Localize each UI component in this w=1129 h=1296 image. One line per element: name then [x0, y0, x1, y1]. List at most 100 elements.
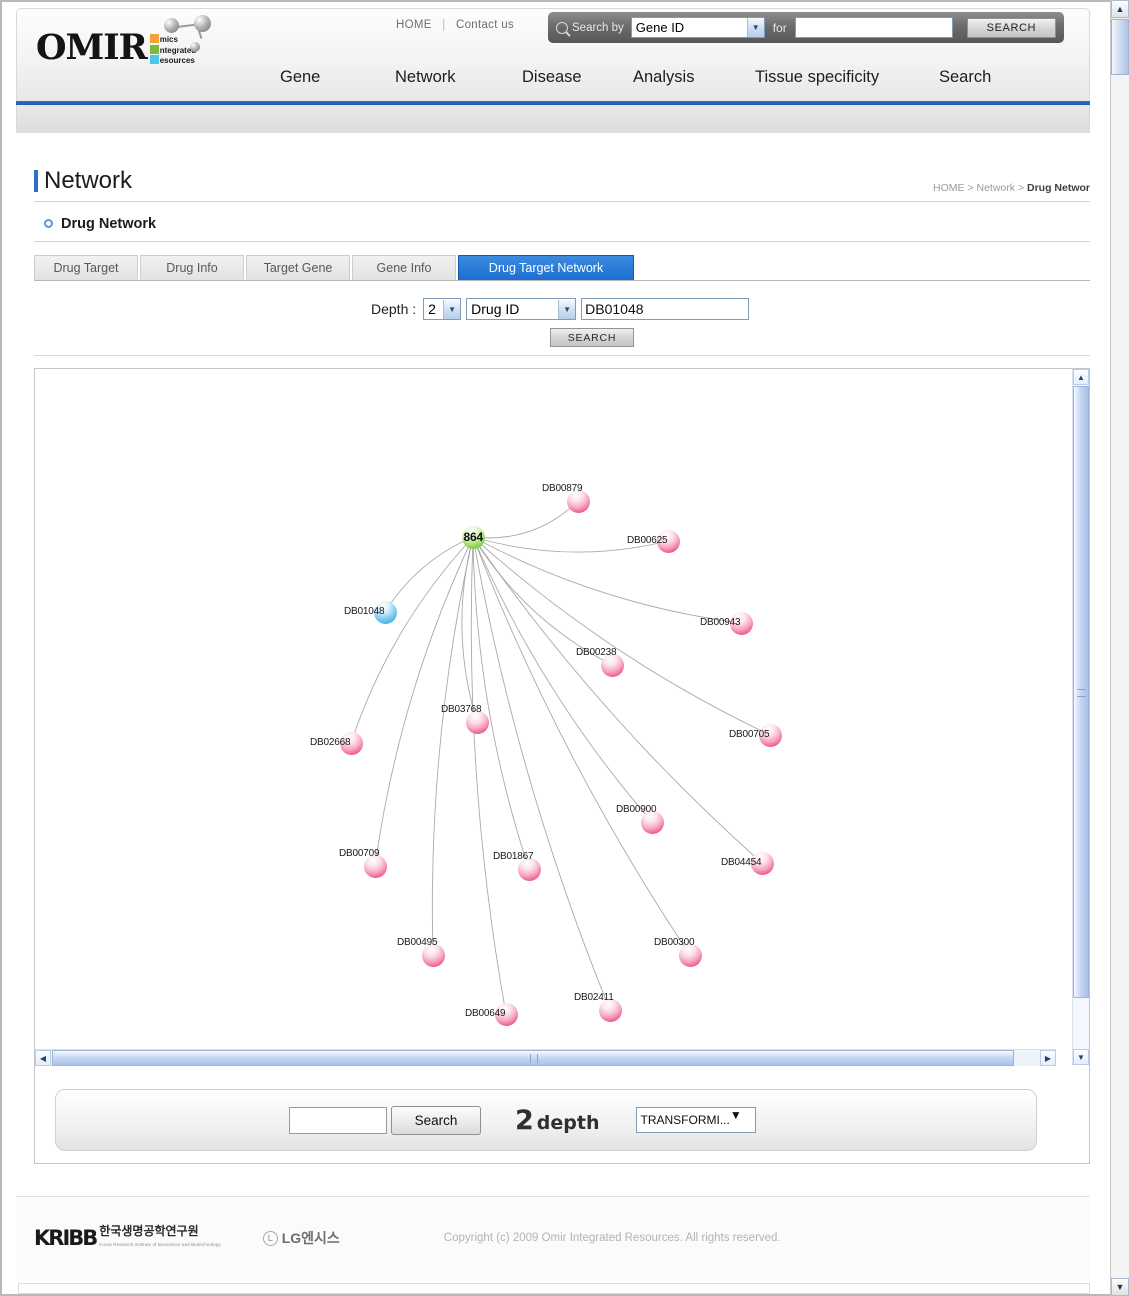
- kribb-logo: KRIBB 한국생명공학연구원 Korea Research Institute…: [34, 1225, 221, 1251]
- copyright-text: Copyright (c) 2009 Omir Integrated Resou…: [443, 1232, 781, 1244]
- graph-horizontal-scrollbar[interactable]: ◀ ▶: [35, 1049, 1056, 1066]
- kribb-mark: KRIBB: [34, 1226, 98, 1250]
- graph-node-label-DB01048: DB01048: [344, 606, 385, 617]
- graph-node-label-DB00300: DB00300: [654, 937, 695, 948]
- browser-scroll-up-icon[interactable]: ▲: [1111, 0, 1129, 18]
- graph-hscroll-thumb[interactable]: [52, 1050, 1014, 1066]
- nav-item-gene[interactable]: Gene: [280, 68, 395, 87]
- tab-drug-target[interactable]: Drug Target: [34, 255, 138, 280]
- graph-node-label-DB00943: DB00943: [700, 617, 741, 628]
- scroll-left-icon[interactable]: ◀: [35, 1050, 51, 1066]
- lg-circle-icon: L: [262, 1230, 278, 1246]
- graph-node-label-DB04454: DB04454: [721, 857, 762, 868]
- id-type-value: Drug ID: [471, 301, 520, 317]
- nav-item-tissue-specificity[interactable]: Tissue specificity: [755, 68, 939, 87]
- tab-drug-target-network[interactable]: Drug Target Network: [458, 255, 634, 280]
- breadcrumb-path: HOME > Network >: [933, 182, 1027, 194]
- graph-node-label-DB00625: DB00625: [627, 535, 668, 546]
- molecule-icon: [158, 12, 213, 57]
- graph-node-label-DB00649: DB00649: [465, 1008, 506, 1019]
- title-divider: [34, 201, 1090, 202]
- tab-drug-info[interactable]: Drug Info: [140, 255, 244, 280]
- logo-line-3: esources: [159, 56, 195, 65]
- breadcrumb: HOME > Network > Drug Networ: [933, 182, 1090, 194]
- chevron-down-icon: ▼: [729, 1108, 742, 1122]
- depth-value: 2: [428, 301, 436, 317]
- id-type-select[interactable]: Drug ID ▼: [466, 298, 577, 320]
- graph-depth-word: depth: [536, 1111, 600, 1134]
- form-search-button[interactable]: SEARCH: [550, 328, 634, 347]
- breadcrumb-current: Drug Networ: [1027, 182, 1090, 194]
- depth-select[interactable]: 2 ▼: [423, 298, 462, 320]
- graph-control-bar: Search 2 depth TRANSFORMI... ▼: [55, 1089, 1037, 1151]
- bullet-icon: [44, 219, 53, 228]
- page-title-row: Network HOME > Network > Drug Networ: [34, 167, 1090, 199]
- graph-node-label-DB00900: DB00900: [616, 804, 657, 815]
- logo-wordmark: OMIR: [36, 27, 148, 68]
- graph-search-button[interactable]: Search: [391, 1105, 481, 1135]
- scroll-up-icon[interactable]: ▲: [1073, 369, 1089, 385]
- tab-strip: Drug Target Drug Info Target Gene Gene I…: [34, 255, 1090, 281]
- global-search-input[interactable]: [794, 17, 953, 38]
- search-icon: [556, 21, 568, 34]
- network-edges: [350, 500, 771, 1015]
- tab-target-gene[interactable]: Target Gene: [246, 255, 350, 280]
- query-form: Depth : 2 ▼ Drug ID ▼ SEARCH: [34, 288, 1090, 356]
- network-graph-panel: DB00879 DB00625 DB00943 DB00238 DB00705 DB044…: [34, 368, 1090, 1164]
- kribb-korean-text: 한국생명공학연구원: [99, 1224, 199, 1238]
- graph-vscroll-thumb[interactable]: [1073, 386, 1089, 998]
- nav-item-analysis[interactable]: Analysis: [633, 68, 755, 87]
- graph-node-label-DB00495: DB00495: [397, 937, 438, 948]
- graph-gene-select[interactable]: TRANSFORMI... ▼: [635, 1107, 756, 1133]
- home-link[interactable]: HOME: [396, 19, 432, 31]
- browser-scroll-track[interactable]: [1111, 19, 1129, 1277]
- top-links: HOME | Contact us: [396, 19, 514, 31]
- graph-node-label-DB00705: DB00705: [729, 729, 770, 740]
- browser-scroll-thumb[interactable]: [1111, 19, 1129, 75]
- nav-item-network[interactable]: Network: [395, 68, 522, 87]
- graph-node-label-DB02411: DB02411: [574, 992, 614, 1003]
- header-subbar: [16, 105, 1090, 133]
- graph-node-label-864: 864: [463, 530, 484, 544]
- browser-scrollbar[interactable]: ▲ ▼: [1110, 0, 1129, 1296]
- graph-node-label-DB00709: DB00709: [339, 848, 380, 859]
- search-category-value: Gene ID: [635, 20, 685, 35]
- app-root: OMIR mics ntegrated esources HOME | Cont…: [0, 0, 1129, 1296]
- graph-gene-select-value: TRANSFORMI...: [640, 1113, 730, 1127]
- query-form-row: Depth : 2 ▼ Drug ID ▼: [371, 298, 750, 320]
- search-by-label: Search by: [572, 21, 624, 34]
- kribb-korean-name: 한국생명공학연구원 Korea Research Institute of Bi…: [99, 1225, 220, 1251]
- graph-search-input[interactable]: [289, 1106, 387, 1134]
- graph-node-label-DB01867: DB01867: [493, 851, 534, 862]
- global-search-button[interactable]: SEARCH: [966, 17, 1056, 38]
- global-search-bar: Search by Gene ID ▼ for SEARCH: [548, 12, 1064, 43]
- network-graph-canvas[interactable]: DB00879 DB00625 DB00943 DB00238 DB00705 DB044…: [35, 369, 1056, 1065]
- contact-us-link[interactable]: Contact us: [456, 19, 514, 31]
- chevron-down-icon: ▼: [558, 299, 576, 319]
- graph-node-label-DB00238: DB00238: [576, 647, 617, 658]
- nav-item-search[interactable]: Search: [939, 68, 991, 87]
- browser-scroll-down-icon[interactable]: ▼: [1111, 1278, 1129, 1296]
- kribb-english-name: Korea Research Institute of Bioscience a…: [99, 1242, 221, 1247]
- link-separator: |: [442, 19, 446, 31]
- graph-node-label-DB00879: DB00879: [542, 483, 583, 494]
- status-strip: [18, 1283, 1090, 1294]
- scroll-down-icon[interactable]: ▼: [1073, 1049, 1089, 1065]
- lg-ens-label: LG엔시스: [281, 1230, 340, 1246]
- lg-ens-logo: L LG엔시스: [262, 1228, 340, 1248]
- chevron-down-icon: ▼: [443, 299, 461, 319]
- site-footer: KRIBB 한국생명공학연구원 Korea Research Institute…: [16, 1197, 1090, 1279]
- search-category-select[interactable]: Gene ID ▼: [630, 17, 765, 38]
- subsection-label: Drug Network: [61, 215, 157, 232]
- page-title: Network: [34, 167, 132, 195]
- tab-gene-info[interactable]: Gene Info: [352, 255, 456, 280]
- scroll-right-icon[interactable]: ▶: [1040, 1050, 1056, 1066]
- graph-node-label-DB03768: DB03768: [441, 704, 482, 715]
- chevron-down-icon: ▼: [746, 18, 764, 37]
- graph-depth-number: 2: [515, 1104, 534, 1136]
- nav-item-disease[interactable]: Disease: [522, 68, 633, 87]
- drug-id-input[interactable]: [581, 298, 750, 320]
- main-navigation: Gene Network Disease Analysis Tissue spe…: [280, 68, 991, 87]
- graph-vertical-scrollbar[interactable]: ▲ ▼: [1072, 369, 1089, 1065]
- search-for-label: for: [772, 20, 787, 35]
